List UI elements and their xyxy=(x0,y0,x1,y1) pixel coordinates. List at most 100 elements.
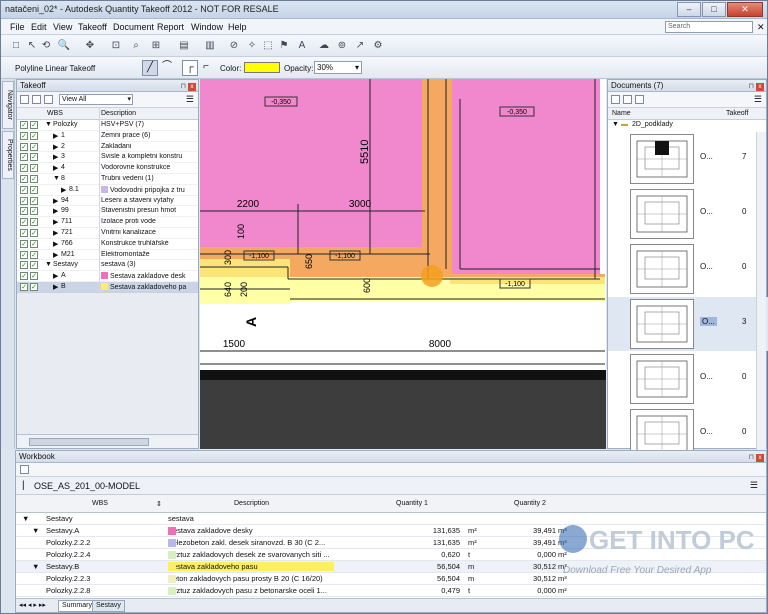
visible-checkbox[interactable]: ✓ xyxy=(20,239,28,248)
include-checkbox[interactable]: ✓ xyxy=(30,239,38,248)
takeoff-row[interactable]: ✓ ✓ ▶ 3 Svisle a kompletni konstru xyxy=(17,152,198,164)
add-folder-icon[interactable] xyxy=(623,95,632,104)
takeoff-hscrollbar[interactable] xyxy=(17,434,198,448)
close-document-icon[interactable]: ✕ xyxy=(757,22,765,33)
maximize-button[interactable]: □ xyxy=(702,2,726,17)
rotate-icon[interactable]: ⊘ xyxy=(227,39,241,53)
col-wbs[interactable]: WBS xyxy=(47,110,63,117)
include-checkbox[interactable]: ✓ xyxy=(30,261,38,270)
arc-tool-icon[interactable]: ⌒ xyxy=(159,60,175,76)
corner-style-icon[interactable]: ⌐ xyxy=(198,60,214,76)
close-window-button[interactable]: ✕ xyxy=(727,2,763,17)
document-thumbnail[interactable] xyxy=(630,244,694,294)
expand-arrow-icon[interactable]: ▶ xyxy=(53,143,58,151)
add-document-icon[interactable] xyxy=(611,95,620,104)
stamp-icon[interactable]: ⊚ xyxy=(335,39,349,53)
document-item[interactable]: O... 3 xyxy=(608,297,768,351)
expand-arrow-icon[interactable]: ▶ xyxy=(53,132,58,140)
include-checkbox[interactable]: ✓ xyxy=(30,164,38,173)
table-row[interactable]: ▼ Sestavy.A Sestava zakladove desky 131,635… xyxy=(16,525,766,537)
table-row[interactable]: ▼ Sestavy sestava xyxy=(16,513,766,525)
layout-icon[interactable]: ▤ xyxy=(177,39,191,53)
documents-scrollbar[interactable] xyxy=(756,132,766,452)
pan-icon[interactable]: ✥ xyxy=(83,39,97,53)
navigator-tab[interactable]: Navigator xyxy=(2,81,14,129)
sort-icon[interactable]: ⇕ xyxy=(156,500,162,508)
col-takeoff[interactable]: Takeoff xyxy=(726,110,748,117)
menu-view[interactable]: View xyxy=(53,22,72,32)
include-checkbox[interactable]: ✓ xyxy=(30,131,38,140)
cloud-icon[interactable]: ☁ xyxy=(317,39,331,53)
takeoff-row[interactable]: ✓ ✓ ▶ M21 Elektromontaže xyxy=(17,250,198,261)
include-checkbox[interactable]: ✓ xyxy=(30,142,38,151)
tab-summary[interactable]: Summary xyxy=(58,600,96,612)
takeoff-row[interactable]: ✓ ✓ ▶ 1 Zemni prace (6) xyxy=(17,131,198,142)
close-panel-icon[interactable]: x xyxy=(756,454,764,462)
collapse-arrow-icon[interactable]: ▼ xyxy=(53,175,60,182)
floor-plan-drawing[interactable]: -0,350 -0,350 -1,100 -1,100 -1,100 5510 … xyxy=(200,79,606,449)
table-row[interactable]: Polozky.2.2.2 Zelezobeton zakl. desek sir… xyxy=(16,537,766,549)
include-checkbox[interactable]: ✓ xyxy=(30,218,38,227)
expand-arrow-icon[interactable]: ▶ xyxy=(53,272,58,280)
expand-arrow-icon[interactable]: ▶ xyxy=(53,164,58,172)
col-description[interactable]: Description xyxy=(101,110,136,117)
collapse-arrow-icon[interactable]: ▼ xyxy=(45,261,52,268)
col-description[interactable]: Description xyxy=(234,500,269,507)
visible-checkbox[interactable]: ✓ xyxy=(20,153,28,162)
takeoff-row[interactable]: ✓ ✓ ▶ 94 Leseni a staveni vytahy xyxy=(17,196,198,207)
crop-icon[interactable]: ⬚ xyxy=(261,39,275,53)
takeoff-row[interactable]: ✓ ✓ ▶ 711 Izolace proti vode xyxy=(17,217,198,228)
include-checkbox[interactable]: ✓ xyxy=(30,282,38,291)
table-row[interactable]: Polozky.2.2.4 Vyztuz zakladovych desek ze… xyxy=(16,549,766,561)
text-icon[interactable]: A xyxy=(295,39,309,53)
takeoff-row[interactable]: ✓ ✓ ▶ 766 Konstrukce truhlářské xyxy=(17,239,198,250)
visible-checkbox[interactable]: ✓ xyxy=(20,228,28,237)
menu-takeoff[interactable]: Takeoff xyxy=(78,22,107,32)
pin-icon[interactable]: ⊓ xyxy=(749,454,754,461)
table-row[interactable]: ▼ Sestavy.B Sestava zakladoveho pasu 56,504… xyxy=(16,561,766,573)
delete-icon[interactable] xyxy=(44,95,53,104)
visible-checkbox[interactable]: ✓ xyxy=(20,207,28,216)
workbook-action-icon[interactable] xyxy=(20,465,29,474)
takeoff-row[interactable]: ✓ ✓ ▶ 2 Zakladani xyxy=(17,142,198,153)
collapse-arrow-icon[interactable]: ▼ xyxy=(32,562,39,571)
include-checkbox[interactable]: ✓ xyxy=(30,228,38,237)
new-takeoff-icon[interactable] xyxy=(20,95,29,104)
minimize-button[interactable]: – xyxy=(677,2,701,17)
include-checkbox[interactable]: ✓ xyxy=(30,185,38,194)
takeoff-row[interactable]: ✓ ✓ ▶ A Sestava zakladove desk xyxy=(17,271,198,282)
visible-checkbox[interactable]: ✓ xyxy=(20,196,28,205)
drawing-canvas[interactable]: -0,350 -0,350 -1,100 -1,100 -1,100 5510 … xyxy=(200,79,606,449)
document-thumbnail[interactable] xyxy=(630,134,694,184)
visible-checkbox[interactable]: ✓ xyxy=(20,261,28,270)
takeoff-row[interactable]: ✓ ✓ ▶ 99 Stavenistni presun hmot xyxy=(17,206,198,218)
visible-checkbox[interactable]: ✓ xyxy=(20,272,28,281)
visible-checkbox[interactable]: ✓ xyxy=(20,164,28,173)
settings-icon[interactable]: ⚙ xyxy=(371,39,385,53)
visible-checkbox[interactable]: ✓ xyxy=(20,250,28,259)
zoom-region-icon[interactable]: ⌕ xyxy=(129,39,143,53)
collapse-arrow-icon[interactable]: ▼ xyxy=(32,526,39,535)
document-item[interactable]: O... 0 xyxy=(608,352,768,406)
expand-arrow-icon[interactable]: ▶ xyxy=(53,218,58,226)
document-thumbnail[interactable] xyxy=(630,189,694,239)
visible-checkbox[interactable]: ✓ xyxy=(20,121,28,129)
visible-checkbox[interactable]: ✓ xyxy=(20,185,28,194)
expand-arrow-icon[interactable]: ▶ xyxy=(53,197,58,205)
table-row[interactable]: Polozky.2.2.8 Vyztuz zakladovych pasu z b… xyxy=(16,585,766,597)
segment-style-icon[interactable]: ┌ xyxy=(182,60,198,76)
include-checkbox[interactable]: ✓ xyxy=(30,174,38,183)
collapse-arrow-icon[interactable]: ▼ xyxy=(612,121,619,128)
color-picker[interactable] xyxy=(244,62,280,73)
view-filter-select[interactable]: View All ▾ xyxy=(59,94,133,105)
table-row[interactable]: Polozky.2.2.3 Beton zakladovych pasu pros… xyxy=(16,573,766,585)
include-checkbox[interactable]: ✓ xyxy=(30,121,38,129)
include-checkbox[interactable]: ✓ xyxy=(30,153,38,162)
col-quantity-1[interactable]: Quantity 1 xyxy=(396,500,428,507)
include-checkbox[interactable]: ✓ xyxy=(30,272,38,281)
remove-document-icon[interactable] xyxy=(635,95,644,104)
layers-icon[interactable]: ▥ xyxy=(203,39,217,53)
fit-icon[interactable]: ⊞ xyxy=(149,39,163,53)
pin-icon[interactable]: ⊓ xyxy=(181,83,186,90)
visible-checkbox[interactable]: ✓ xyxy=(20,174,28,183)
